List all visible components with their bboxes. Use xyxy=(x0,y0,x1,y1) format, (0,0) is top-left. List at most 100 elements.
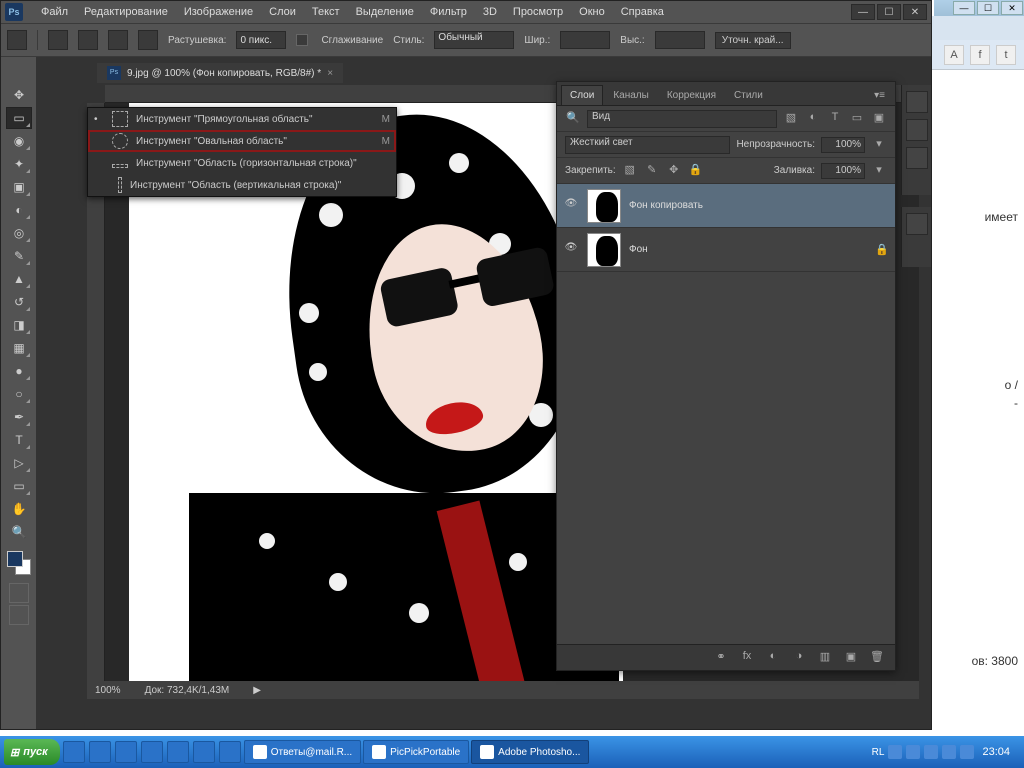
flyout-row-marquee[interactable]: Инструмент "Область (горизонтальная стро… xyxy=(88,152,396,174)
lock-transparency-icon[interactable]: ▧ xyxy=(622,163,638,179)
filter-kind-select[interactable]: Вид xyxy=(587,110,777,128)
add-selection-icon[interactable] xyxy=(78,30,98,50)
visibility-toggle-icon[interactable]: 👁 xyxy=(563,198,579,214)
hand-tool[interactable]: ✋ xyxy=(6,498,32,520)
quicklaunch-icon[interactable] xyxy=(115,741,137,763)
filter-pixel-icon[interactable]: ▧ xyxy=(783,111,799,127)
tab-layers[interactable]: Слои xyxy=(561,85,603,105)
new-selection-icon[interactable] xyxy=(48,30,68,50)
start-button[interactable]: ⊞ пуск xyxy=(4,739,60,765)
doc-size-status[interactable]: Док: 732,4K/1,43M xyxy=(145,685,230,696)
menu-edit[interactable]: Редактирование xyxy=(76,3,176,21)
tab-adjustments[interactable]: Коррекция xyxy=(659,86,724,105)
layer-name[interactable]: Фон копировать xyxy=(629,200,703,211)
blur-tool[interactable]: ● xyxy=(6,360,32,382)
doctab-close-icon[interactable]: × xyxy=(327,68,333,79)
dock-color-icon[interactable] xyxy=(906,91,928,113)
crop-tool[interactable]: ▣ xyxy=(6,176,32,198)
dropdown-icon[interactable]: ▾ xyxy=(871,163,887,179)
menu-image[interactable]: Изображение xyxy=(176,3,261,21)
quicklaunch-icon[interactable] xyxy=(193,741,215,763)
opacity-input[interactable] xyxy=(821,137,865,153)
taskbar-item-mail[interactable]: Ответы@mail.R... xyxy=(244,740,361,764)
menu-filter[interactable]: Фильтр xyxy=(422,3,475,21)
tray-icon[interactable] xyxy=(906,745,920,759)
window-max-button[interactable]: ☐ xyxy=(877,4,901,20)
filter-shape-icon[interactable]: ▭ xyxy=(849,111,865,127)
taskbar-item-photoshop[interactable]: Adobe Photosho... xyxy=(471,740,589,764)
quicklaunch-icon[interactable] xyxy=(89,741,111,763)
menu-view[interactable]: Просмотр xyxy=(505,3,571,21)
taskbar-clock[interactable]: 23:04 xyxy=(978,746,1014,758)
menu-3d[interactable]: 3D xyxy=(475,3,505,21)
share-facebook-icon[interactable]: f xyxy=(970,45,990,65)
tray-icon[interactable] xyxy=(942,745,956,759)
filter-adjust-icon[interactable]: ◐ xyxy=(805,111,821,127)
lock-pixels-icon[interactable]: ✎ xyxy=(644,163,660,179)
dock-actions-icon[interactable] xyxy=(906,147,928,169)
screenmode-toggle[interactable] xyxy=(9,605,29,625)
zoom-level[interactable]: 100% xyxy=(95,685,121,696)
bgwin-close-button[interactable]: ✕ xyxy=(1001,1,1023,15)
status-arrow-icon[interactable]: ▶ xyxy=(253,685,261,696)
flyout-oval-marquee[interactable]: Инструмент "Овальная область" M xyxy=(88,130,396,152)
intersect-selection-icon[interactable] xyxy=(138,30,158,50)
tray-icon[interactable] xyxy=(924,745,938,759)
zoom-tool[interactable]: 🔍 xyxy=(6,521,32,543)
brush-tool[interactable]: ✎ xyxy=(6,245,32,267)
color-swatches[interactable] xyxy=(7,551,31,575)
dock-adjustments-icon[interactable] xyxy=(906,119,928,141)
feather-input[interactable] xyxy=(236,31,286,49)
filter-type-icon[interactable]: T xyxy=(827,111,843,127)
gradient-tool[interactable]: ▦ xyxy=(6,337,32,359)
flyout-col-marquee[interactable]: Инструмент "Область (вертикальная строка… xyxy=(88,174,396,196)
quicklaunch-icon[interactable] xyxy=(167,741,189,763)
filter-smart-icon[interactable]: ▣ xyxy=(871,111,887,127)
layer-effects-icon[interactable]: fx xyxy=(739,650,755,666)
dock-layers-icon[interactable] xyxy=(906,213,928,235)
quickmask-toggle[interactable] xyxy=(9,583,29,603)
group-layers-icon[interactable]: ▥ xyxy=(817,650,833,666)
history-brush-tool[interactable]: ↺ xyxy=(6,291,32,313)
pen-tool[interactable]: ✒ xyxy=(6,406,32,428)
search-icon[interactable]: 🔍 xyxy=(565,111,581,127)
lasso-tool[interactable]: ◉ xyxy=(6,130,32,152)
language-indicator[interactable]: RL xyxy=(872,747,885,758)
move-tool[interactable]: ✥ xyxy=(6,84,32,106)
menu-select[interactable]: Выделение xyxy=(348,3,422,21)
eyedropper-tool[interactable]: ◐ xyxy=(6,199,32,221)
lock-position-icon[interactable]: ✥ xyxy=(666,163,682,179)
menu-type[interactable]: Текст xyxy=(304,3,348,21)
document-tab[interactable]: Ps 9.jpg @ 100% (Фон копировать, RGB/8#)… xyxy=(97,63,343,83)
taskbar-item-picpick[interactable]: PicPickPortable xyxy=(363,740,469,764)
path-select-tool[interactable]: ▷ xyxy=(6,452,32,474)
layer-row[interactable]: 👁 Фон копировать xyxy=(557,184,895,228)
shape-tool[interactable]: ▭ xyxy=(6,475,32,497)
height-input[interactable] xyxy=(655,31,705,49)
quicklaunch-icon[interactable] xyxy=(63,741,85,763)
share-twitter-icon[interactable]: t xyxy=(996,45,1016,65)
eraser-tool[interactable]: ◨ xyxy=(6,314,32,336)
marquee-tool[interactable]: ▭ xyxy=(6,107,32,129)
lock-all-icon[interactable]: 🔒 xyxy=(688,163,704,179)
quicklaunch-icon[interactable] xyxy=(219,741,241,763)
foreground-color-swatch[interactable] xyxy=(7,551,23,567)
bgwin-max-button[interactable]: ☐ xyxy=(977,1,999,15)
share-a-icon[interactable]: A xyxy=(944,45,964,65)
refine-edge-button[interactable]: Уточн. край... xyxy=(715,32,791,49)
visibility-toggle-icon[interactable]: 👁 xyxy=(563,242,579,258)
menu-file[interactable]: Файл xyxy=(33,3,76,21)
bgwin-min-button[interactable]: — xyxy=(953,1,975,15)
width-input[interactable] xyxy=(560,31,610,49)
link-layers-icon[interactable]: ⚭ xyxy=(713,650,729,666)
quicklaunch-icon[interactable] xyxy=(141,741,163,763)
layer-thumbnail[interactable] xyxy=(587,233,621,267)
subtract-selection-icon[interactable] xyxy=(108,30,128,50)
tab-channels[interactable]: Каналы xyxy=(605,86,657,105)
antialias-checkbox[interactable] xyxy=(296,34,308,46)
tab-styles[interactable]: Стили xyxy=(726,86,771,105)
menu-help[interactable]: Справка xyxy=(613,3,672,21)
menu-layer[interactable]: Слои xyxy=(261,3,304,21)
window-close-button[interactable]: ✕ xyxy=(903,4,927,20)
layer-name[interactable]: Фон xyxy=(629,244,648,255)
